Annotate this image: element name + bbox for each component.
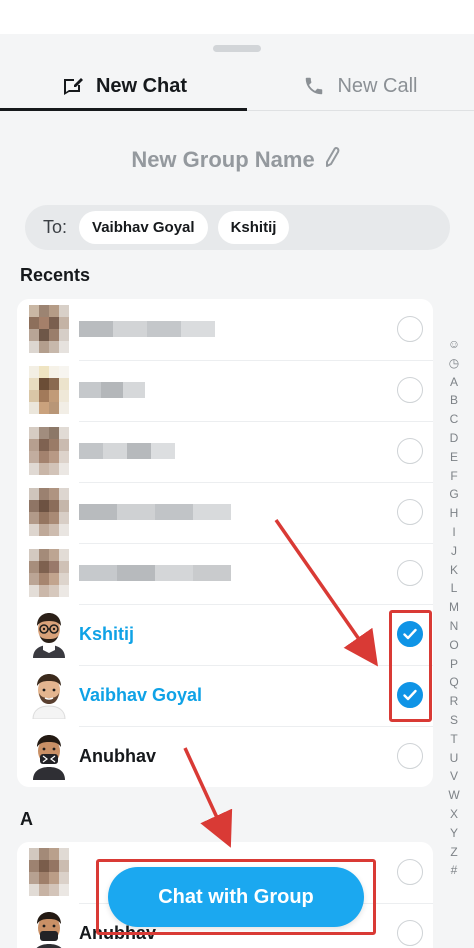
- arrow-to-checkboxes: [274, 519, 378, 667]
- arrow-to-cta: [183, 747, 233, 848]
- annotation-arrows: [183, 519, 378, 848]
- annotation-box-checkboxes: [389, 610, 432, 722]
- annotation-box-cta: [96, 859, 376, 935]
